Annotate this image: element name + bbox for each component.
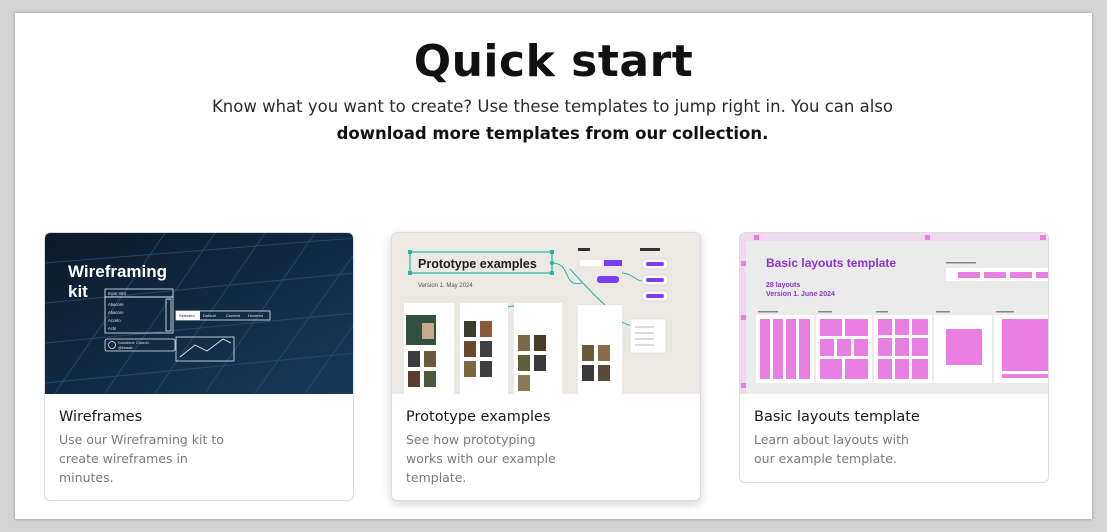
wire-author-name: Sunshine Church [118, 340, 149, 345]
quick-start-panel: Quick start Know what you want to create… [15, 13, 1092, 519]
template-card-wireframes[interactable]: Wireframing kit Input Hint Abacore Abaco… [44, 232, 354, 501]
wire-list-item-1: Abacore [108, 302, 124, 307]
wire-tab-4: Hovered [248, 313, 263, 318]
wire-list-item-4: Acts [108, 326, 116, 331]
wire-list-item-2: Abacore [108, 310, 124, 315]
wire-tab-3: Content [226, 313, 241, 318]
card-description: See how prototyping works with our examp… [406, 432, 556, 485]
card-title: Prototype examples [406, 409, 551, 425]
layouts-count: 28 layouts [766, 282, 800, 289]
basic-layouts-thumbnail: Basic layouts template 28 layouts Versio… [740, 233, 1048, 394]
intro-body: Know what you want to create? Use these … [211, 97, 894, 116]
wire-author-handle: @Mosaic [118, 346, 133, 350]
wire-list-item-3: Accelo [108, 318, 121, 323]
wire-tab-1: Selected [179, 313, 195, 318]
wire-heading-2: kit [68, 282, 88, 301]
layouts-heading: Basic layouts template [766, 256, 896, 270]
wireframes-thumbnail: Wireframing kit Input Hint Abacore Abaco… [45, 233, 353, 394]
proto-heading: Prototype examples [418, 257, 537, 271]
template-card-prototype[interactable]: Prototype examples Version 1. May 2024 P… [391, 232, 701, 501]
download-templates-link[interactable]: download more templates from our collect… [337, 124, 769, 143]
card-description: Use our Wireframing kit to create wirefr… [59, 432, 224, 485]
page-title: Quick start [413, 36, 694, 87]
proto-version: Version 1. May 2024 [418, 283, 473, 289]
card-title: Basic layouts template [754, 409, 920, 425]
prototype-thumbnail: Prototype examples Version 1. May 2024 [392, 233, 700, 394]
card-title: Wireframes [59, 409, 143, 425]
template-card-basic-layouts[interactable]: Basic layouts template 28 layouts Versio… [739, 232, 1049, 483]
wire-heading-1: Wireframing [68, 262, 167, 281]
wire-tab-2: Default [203, 313, 217, 318]
intro-text: Know what you want to create? Use these … [200, 93, 905, 147]
card-description: Learn about layouts with our example tem… [754, 432, 909, 466]
wire-input-label: Input Hint [108, 291, 127, 296]
layouts-version: Version 1. June 2024 [766, 291, 835, 298]
